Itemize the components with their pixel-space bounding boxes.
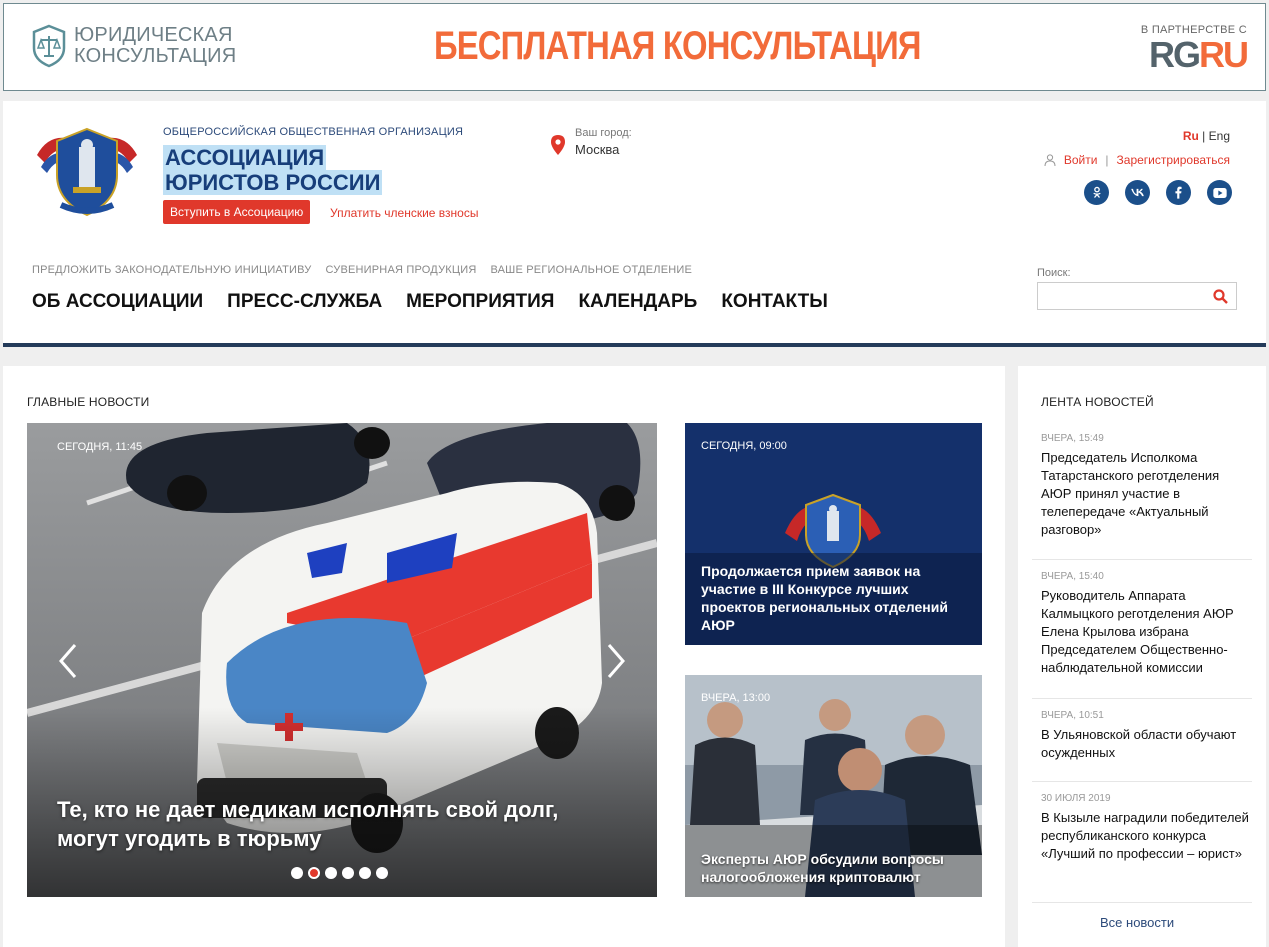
vk-icon[interactable] <box>1125 180 1150 205</box>
location-pin-icon <box>551 135 565 155</box>
slider-dot[interactable] <box>342 867 354 879</box>
header-divider <box>3 343 1266 347</box>
feed-item-time: ВЧЕРА, 15:40 <box>1041 571 1104 582</box>
main-news-heading: ГЛАВНЫЕ НОВОСТИ <box>27 395 150 409</box>
feed-item[interactable]: 30 ИЮЛЯ 2019 В Кызыле наградили победите… <box>1032 793 1252 903</box>
card-date: ВЧЕРА, 13:00 <box>701 692 771 704</box>
ad-banner[interactable]: ЮРИДИЧЕСКАЯ КОНСУЛЬТАЦИЯ БЕСПЛАТНАЯ КОНС… <box>3 3 1266 91</box>
org-title[interactable]: АССОЦИАЦИЯ ЮРИСТОВ РОССИИ <box>163 145 383 195</box>
all-news-link[interactable]: Все новости <box>1100 915 1174 930</box>
auth-links: Войти | Зарегистрироваться <box>1044 153 1230 167</box>
partner-block: В ПАРТНЕРСТВЕ С RGRU <box>1141 24 1249 75</box>
slider-dot[interactable] <box>325 867 337 879</box>
chevron-right-icon[interactable] <box>605 643 627 679</box>
org-subtitle: ОБЩЕРОССИЙСКАЯ ОБЩЕСТВЕННАЯ ОРГАНИЗАЦИЯ <box>163 126 464 138</box>
search-label: Поиск: <box>1037 267 1071 279</box>
card-date: СЕГОДНЯ, 09:00 <box>701 440 787 452</box>
ok-icon[interactable] <box>1084 180 1109 205</box>
feed-item[interactable]: ВЧЕРА, 15:40 Руководитель Аппарата Калмы… <box>1032 571 1252 699</box>
feed-item-time: 30 ИЮЛЯ 2019 <box>1041 793 1111 804</box>
nav-calendar[interactable]: КАЛЕНДАРЬ <box>578 291 697 313</box>
search-field <box>1037 282 1237 310</box>
association-emblem-logo[interactable] <box>31 125 143 219</box>
slider-dots <box>291 867 388 879</box>
language-switcher: Ru | Eng <box>1182 129 1230 143</box>
promo-text: БЕСПЛАТНАЯ КОНСУЛЬТАЦИЯ <box>434 24 922 68</box>
feed-item-time: ВЧЕРА, 10:51 <box>1041 710 1104 721</box>
card-title[interactable]: Эксперты АЮР обсудили вопросы налогообло… <box>701 850 971 886</box>
slider-dot[interactable] <box>359 867 371 879</box>
social-links <box>1084 180 1232 205</box>
login-link[interactable]: Войти <box>1064 153 1098 167</box>
feed-item-text[interactable]: В Ульяновской области обучают осужденных <box>1041 726 1252 762</box>
feed-item-text[interactable]: Председатель Исполкома Татарстанского ре… <box>1041 449 1252 539</box>
main-nav: ОБ АССОЦИАЦИИ ПРЕСС-СЛУЖБА МЕРОПРИЯТИЯ К… <box>32 291 828 313</box>
news-card[interactable]: ВЧЕРА, 13:00 Эксперты АЮР обсудили вопро… <box>685 675 982 897</box>
nav-press[interactable]: ПРЕСС-СЛУЖБА <box>227 291 382 313</box>
slide-date: СЕГОДНЯ, 11:45 <box>57 441 143 453</box>
scales-shield-icon <box>32 24 66 68</box>
card-title[interactable]: Продолжается прием заявок на участие в I… <box>701 562 971 634</box>
city-value[interactable]: Москва <box>575 142 632 157</box>
secondary-nav: ПРЕДЛОЖИТЬ ЗАКОНОДАТЕЛЬНУЮ ИНИЦИАТИВУ СУ… <box>32 264 692 276</box>
feed-item[interactable]: ВЧЕРА, 15:49 Председатель Исполкома Тата… <box>1032 433 1252 560</box>
slider-dot[interactable] <box>291 867 303 879</box>
site-header: ОБЩЕРОССИЙСКАЯ ОБЩЕСТВЕННАЯ ОРГАНИЗАЦИЯ … <box>3 101 1266 347</box>
legal-consult-logo: ЮРИДИЧЕСКАЯ КОНСУЛЬТАЦИЯ <box>32 24 236 68</box>
pay-fees-link[interactable]: Уплатить членские взносы <box>330 206 478 220</box>
register-link[interactable]: Зарегистрироваться <box>1117 153 1230 167</box>
subnav-regional-office[interactable]: ВАШЕ РЕГИОНАЛЬНОЕ ОТДЕЛЕНИЕ <box>490 264 692 276</box>
logo-line-2: КОНСУЛЬТАЦИЯ <box>74 45 237 67</box>
logo-line-1: ЮРИДИЧЕСКАЯ <box>74 24 233 46</box>
org-title-line-2: ЮРИСТОВ РОССИИ <box>163 170 383 195</box>
nav-events[interactable]: МЕРОПРИЯТИЯ <box>406 291 554 313</box>
facebook-icon[interactable] <box>1166 180 1191 205</box>
news-feed-panel: ЛЕНТА НОВОСТЕЙ ВЧЕРА, 15:49 Председатель… <box>1018 366 1266 947</box>
user-icon <box>1044 154 1056 166</box>
feed-item[interactable]: ВЧЕРА, 10:51 В Ульяновской области обуча… <box>1032 710 1252 782</box>
subnav-souvenirs[interactable]: СУВЕНИРНАЯ ПРОДУКЦИЯ <box>325 264 476 276</box>
subnav-initiative[interactable]: ПРЕДЛОЖИТЬ ЗАКОНОДАТЕЛЬНУЮ ИНИЦИАТИВУ <box>32 264 311 276</box>
city-selector[interactable]: Ваш город: Москва <box>551 127 632 157</box>
slide-headline[interactable]: Те, кто не дает медикам исполнять свой д… <box>57 795 617 853</box>
feed-item-text[interactable]: Руководитель Аппарата Калмыцкого реготде… <box>1041 587 1252 677</box>
slider-dot-active[interactable] <box>308 867 320 879</box>
feed-item-text[interactable]: В Кызыле наградили победителей республик… <box>1041 809 1252 863</box>
feed-item-time: ВЧЕРА, 15:49 <box>1041 433 1104 444</box>
rgru-logo: RGRU <box>1149 34 1249 75</box>
search-input[interactable] <box>1038 283 1208 309</box>
slider-dot[interactable] <box>376 867 388 879</box>
join-association-button[interactable]: Вступить в Ассоциацию <box>163 200 311 224</box>
news-card[interactable]: СЕГОДНЯ, 09:00 Продолжается прием заявок… <box>685 423 982 645</box>
city-label: Ваш город: <box>575 127 632 139</box>
nav-contacts[interactable]: КОНТАКТЫ <box>721 291 828 313</box>
search-icon[interactable] <box>1213 289 1228 304</box>
lang-ru[interactable]: Ru <box>1183 129 1199 143</box>
nav-about[interactable]: ОБ АССОЦИАЦИИ <box>32 291 203 313</box>
news-feed-heading: ЛЕНТА НОВОСТЕЙ <box>1041 395 1154 409</box>
main-news-panel: ГЛАВНЫЕ НОВОСТИ СЕГОДНЯ, 11:45 Те, кто н… <box>3 366 1005 947</box>
chevron-left-icon[interactable] <box>57 643 79 679</box>
youtube-icon[interactable] <box>1207 180 1232 205</box>
org-title-line-1: АССОЦИАЦИЯ <box>163 145 327 170</box>
lang-en[interactable]: Eng <box>1209 129 1230 143</box>
news-slider[interactable]: СЕГОДНЯ, 11:45 Те, кто не дает медикам и… <box>27 423 657 897</box>
